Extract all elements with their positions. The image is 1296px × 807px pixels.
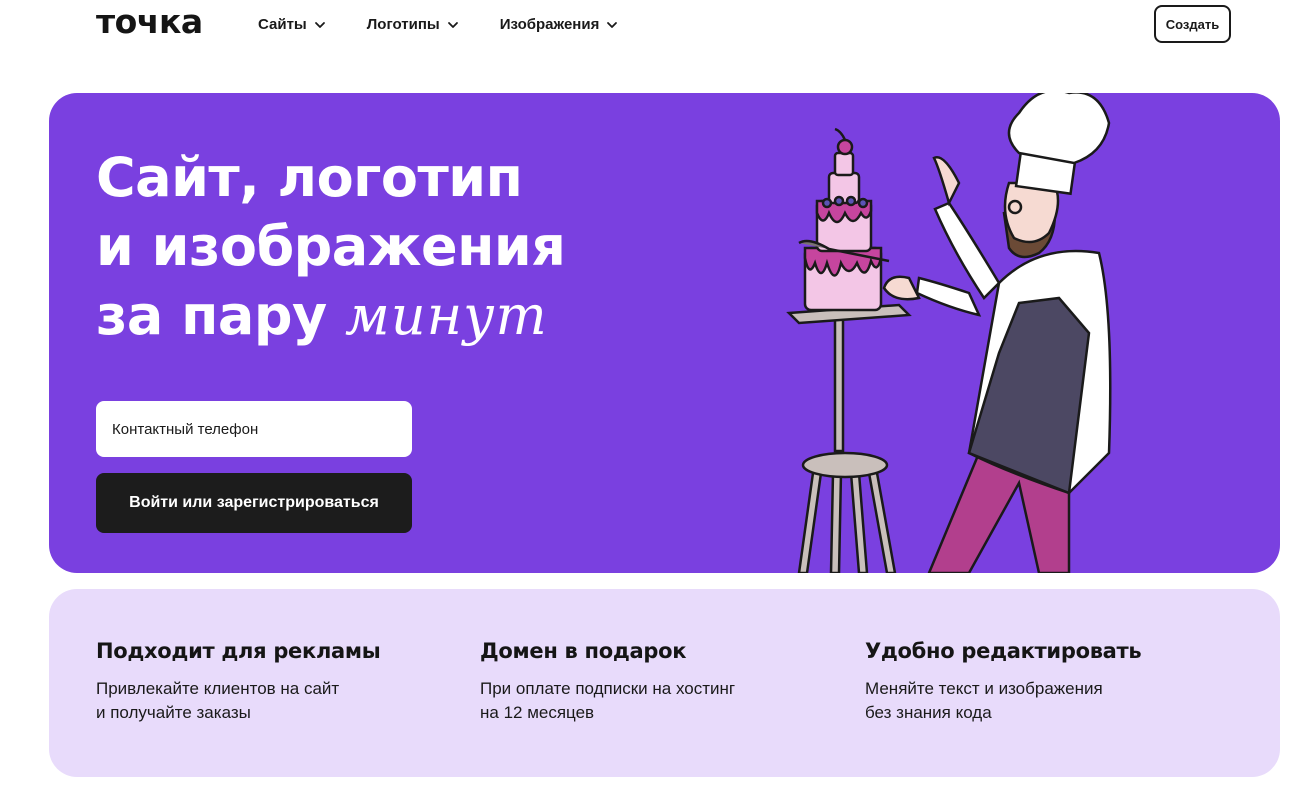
chef-cake-illustration — [786, 93, 1112, 573]
feature-description: Меняйте текст и изображения без знания к… — [865, 677, 1225, 725]
hero-title-line1: Сайт, логотип — [96, 146, 523, 209]
cake-stand — [786, 303, 912, 573]
hero-banner: Сайт, логотип и изображения за пару мину… — [49, 93, 1280, 573]
nav-images[interactable]: Изображения — [500, 16, 620, 33]
hero-title: Сайт, логотип и изображения за пару мину… — [96, 143, 656, 350]
create-button[interactable]: Создать — [1154, 5, 1231, 43]
hero-title-line2: и изображения — [96, 215, 566, 278]
features-panel: Подходит для рекламы Привлекайте клиенто… — [49, 589, 1280, 777]
nav-images-label: Изображения — [499, 16, 600, 33]
cake — [798, 127, 890, 312]
feature-advertising: Подходит для рекламы Привлекайте клиенто… — [96, 639, 456, 725]
feature-title: Подходит для рекламы — [96, 639, 381, 663]
nav-logos[interactable]: Логотипы — [367, 16, 460, 33]
feature-line: без знания кода — [865, 703, 992, 722]
login-register-button[interactable]: Войти или зарегистрироваться — [96, 473, 412, 533]
feature-description: При оплате подписки на хостинг на 12 мес… — [480, 677, 840, 725]
feature-line: и получайте заказы — [96, 703, 251, 722]
feature-line: на 12 месяцев — [480, 703, 595, 722]
hero-title-accent: минут — [345, 284, 548, 347]
hero-title-prefix: за пару — [96, 284, 327, 347]
chef — [882, 93, 1112, 573]
feature-title: Удобно редактировать — [865, 639, 1142, 663]
site-header: точка Сайты Логотипы Изображения Создать — [0, 0, 1296, 56]
chevron-down-icon — [607, 21, 618, 28]
feature-title: Домен в подарок — [480, 639, 687, 663]
feature-editing: Удобно редактировать Меняйте текст и изо… — [865, 639, 1225, 725]
feature-domain: Домен в подарок При оплате подписки на х… — [480, 639, 840, 725]
chevron-down-icon — [314, 21, 325, 28]
hero-title-line3: за пару минут — [96, 281, 656, 350]
nav-sites[interactable]: Сайты — [258, 16, 327, 33]
feature-description: Привлекайте клиентов на сайт и получайте… — [96, 677, 456, 725]
feature-line: При оплате подписки на хостинг — [480, 679, 736, 698]
main-nav: Сайты Логотипы Изображения — [258, 16, 659, 33]
nav-sites-label: Сайты — [258, 16, 307, 33]
nav-logos-label: Логотипы — [366, 16, 440, 33]
feature-line: Привлекайте клиентов на сайт — [96, 679, 340, 698]
phone-input[interactable] — [96, 401, 412, 457]
feature-line: Меняйте текст и изображения — [865, 679, 1103, 698]
chevron-down-icon — [447, 21, 458, 28]
logo[interactable]: точка — [96, 2, 203, 41]
